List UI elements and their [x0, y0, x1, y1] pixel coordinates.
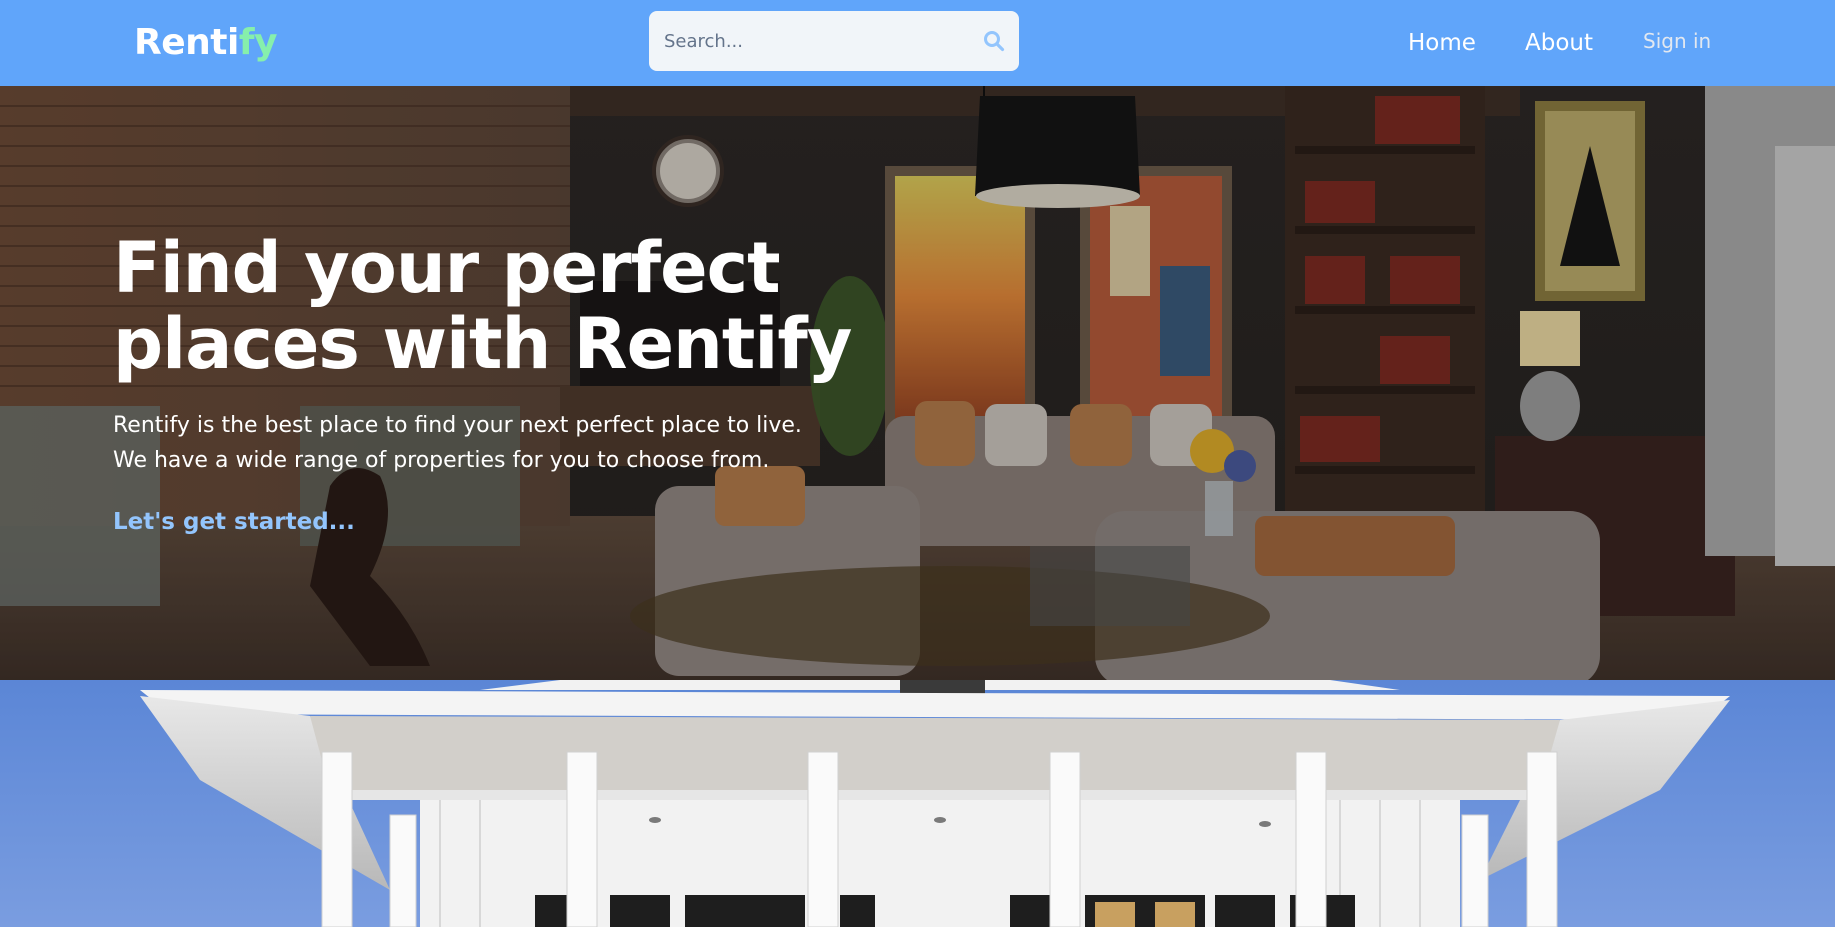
- rentify-logo[interactable]: Rentify: [134, 20, 277, 66]
- nav-about-link[interactable]: About: [1525, 28, 1593, 58]
- house-image-section: [0, 680, 1835, 927]
- hero-title: Find your perfect places with Rentify: [113, 227, 852, 385]
- top-navbar: Rentify Home About Sign in: [0, 0, 1835, 86]
- search-bar: [649, 11, 1019, 71]
- get-started-link[interactable]: Let's get started...: [113, 509, 355, 535]
- hero-section: Find your perfect places with Rentify Re…: [0, 86, 1835, 680]
- logo-text-main: Renti: [134, 22, 239, 63]
- hero-description-line-2: We have a wide range of properties for y…: [113, 448, 770, 473]
- hero-description: Rentify is the best place to find your n…: [113, 408, 873, 478]
- hero-description-line-1: Rentify is the best place to find your n…: [113, 413, 802, 438]
- search-icon[interactable]: [981, 28, 1007, 54]
- logo-text-accent: fy: [238, 22, 278, 63]
- nav-home-link[interactable]: Home: [1408, 28, 1476, 58]
- sign-in-link[interactable]: Sign in: [1643, 26, 1711, 56]
- house-porch-image: [0, 680, 1835, 927]
- search-input[interactable]: [664, 11, 964, 71]
